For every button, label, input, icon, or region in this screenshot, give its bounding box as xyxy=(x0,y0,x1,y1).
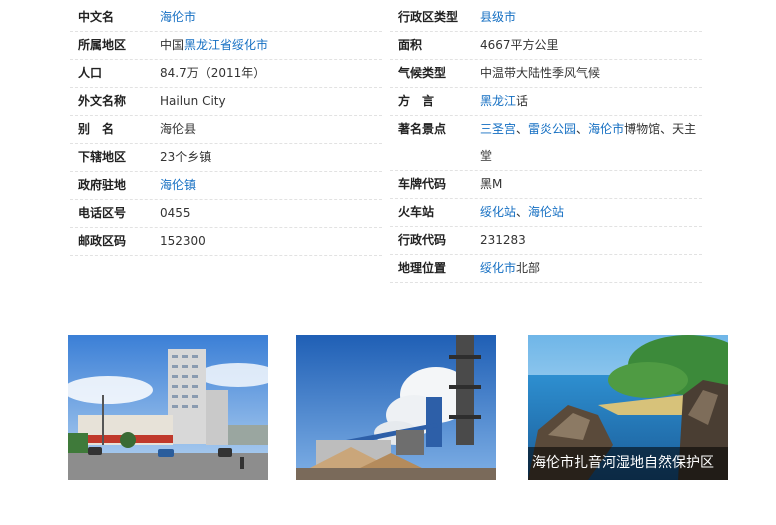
info-value: 绥化站、海伦站 xyxy=(480,199,702,226)
info-key: 邮政区码 xyxy=(78,234,127,248)
info-value: 黑龙江话 xyxy=(480,88,702,115)
info-value-link[interactable]: 绥化市 xyxy=(232,38,268,52)
basic-info-left-column: 中文名 海伦市所属地区 中国黑龙江省绥化市人口 84.7万（2011年） 外文名称 Hai… xyxy=(70,4,382,256)
info-value-text: 231283 xyxy=(480,233,526,247)
info-value: 绥化市北部 xyxy=(480,255,702,282)
info-key: 人口 xyxy=(78,66,103,80)
info-key: 电话区号 xyxy=(78,206,127,220)
info-value: 海伦县 xyxy=(160,116,382,143)
info-row: 人口 84.7万（2011年） xyxy=(70,60,382,88)
info-value-text: 84.7万（2011年） xyxy=(160,66,266,80)
info-value-text: 海伦县 xyxy=(160,122,197,136)
info-value-text: 、 xyxy=(516,122,529,136)
info-value: 84.7万（2011年） xyxy=(160,60,382,87)
info-key: 面积 xyxy=(398,38,423,52)
city-street-image xyxy=(68,335,268,480)
info-value-link[interactable]: 县级市 xyxy=(480,10,516,24)
info-key: 中文名 xyxy=(78,10,115,24)
info-value: 152300 xyxy=(160,228,382,255)
info-row: 面积 4667平方公里 xyxy=(390,32,702,60)
info-row: 邮政区码 152300 xyxy=(70,228,382,256)
info-row: 中文名 海伦市 xyxy=(70,4,382,32)
info-row: 方 言 黑龙江话 xyxy=(390,88,702,116)
info-row: 所属地区 中国黑龙江省绥化市 xyxy=(70,32,382,60)
info-key: 火车站 xyxy=(398,205,435,219)
info-value: 黑M xyxy=(480,171,702,198)
info-value: 中温带大陆性季风气候 xyxy=(480,60,702,87)
info-row: 火车站 绥化站、海伦站 xyxy=(390,199,702,227)
info-key: 政府驻地 xyxy=(78,178,127,192)
info-value-text: 中国 xyxy=(160,38,185,52)
info-value-link[interactable]: 绥化站 xyxy=(480,205,516,219)
info-value-link[interactable]: 海伦市 xyxy=(160,10,196,24)
info-value: Hailun City xyxy=(160,88,382,115)
info-row: 行政区类型 县级市 xyxy=(390,4,702,32)
info-key: 方 言 xyxy=(398,94,435,108)
factory-image xyxy=(296,335,496,480)
wetland-photo-caption: 海伦市扎音河湿地自然保护区 xyxy=(528,447,728,480)
info-value-text: 北部 xyxy=(516,261,541,275)
city-street-photo[interactable] xyxy=(68,335,268,480)
info-value-link[interactable]: 绥化市 xyxy=(480,261,516,275)
info-key: 气候类型 xyxy=(398,66,447,80)
info-value-text: Hailun City xyxy=(160,94,226,108)
info-value-link[interactable]: 海伦站 xyxy=(528,205,564,219)
factory-photo[interactable] xyxy=(296,335,496,480)
info-value: 4667平方公里 xyxy=(480,32,702,59)
info-value-text: 0455 xyxy=(160,206,191,220)
info-key: 下辖地区 xyxy=(78,150,127,164)
info-value-link[interactable]: 黑龙江省 xyxy=(184,38,232,52)
info-key: 车牌代码 xyxy=(398,177,447,191)
info-key: 所属地区 xyxy=(78,38,127,52)
info-value-text: 中温带大陆性季风气候 xyxy=(480,66,601,80)
info-key: 别 名 xyxy=(78,122,115,136)
info-row: 下辖地区 23个乡镇 xyxy=(70,144,382,172)
info-key: 地理位置 xyxy=(398,261,447,275)
info-value: 海伦镇 xyxy=(160,172,382,199)
info-row: 地理位置 绥化市北部 xyxy=(390,255,702,283)
info-row: 车牌代码 黑M xyxy=(390,171,702,199)
info-row: 别 名 海伦县 xyxy=(70,116,382,144)
info-value: 海伦市 xyxy=(160,4,382,31)
info-row: 外文名称 Hailun City xyxy=(70,88,382,116)
info-value-text: 152300 xyxy=(160,234,206,248)
info-row: 行政代码 231283 xyxy=(390,227,702,255)
info-value-text: 黑M xyxy=(480,177,503,191)
info-value: 县级市 xyxy=(480,4,702,31)
info-key: 外文名称 xyxy=(78,94,127,108)
info-value: 231283 xyxy=(480,227,702,254)
info-value: 中国黑龙江省绥化市 xyxy=(160,32,382,59)
info-value-text: 23个乡镇 xyxy=(160,150,212,164)
basic-info-right-column: 行政区类型 县级市 面积 4667平方公里 气候类型 中温带大陆性季风气候方 言黑龙江话著… xyxy=(390,4,702,283)
info-row: 气候类型 中温带大陆性季风气候 xyxy=(390,60,702,88)
info-value-text: 4667平方公里 xyxy=(480,38,559,52)
info-value-text: 、 xyxy=(576,122,589,136)
info-key: 行政代码 xyxy=(398,233,447,247)
info-value-link[interactable]: 海伦市 xyxy=(588,122,624,136)
wetland-photo[interactable]: 海伦市扎音河湿地自然保护区 xyxy=(528,335,728,480)
info-row: 电话区号 0455 xyxy=(70,200,382,228)
info-value-text: 话 xyxy=(516,94,529,108)
info-value-text: 、 xyxy=(516,205,529,219)
info-key: 行政区类型 xyxy=(398,10,459,24)
info-value: 三圣宫、雷炎公园、海伦市博物馆、天主堂 xyxy=(480,116,702,170)
info-value-link[interactable]: 黑龙江 xyxy=(480,94,516,108)
info-value-link[interactable]: 海伦镇 xyxy=(160,178,196,192)
info-value: 0455 xyxy=(160,200,382,227)
info-key: 著名景点 xyxy=(398,122,447,136)
info-value-link[interactable]: 雷炎公园 xyxy=(528,122,576,136)
info-value: 23个乡镇 xyxy=(160,144,382,171)
info-value-link[interactable]: 三圣宫 xyxy=(480,122,516,136)
info-row: 著名景点 三圣宫、雷炎公园、海伦市博物馆、天主堂 xyxy=(390,116,702,171)
info-row: 政府驻地 海伦镇 xyxy=(70,172,382,200)
